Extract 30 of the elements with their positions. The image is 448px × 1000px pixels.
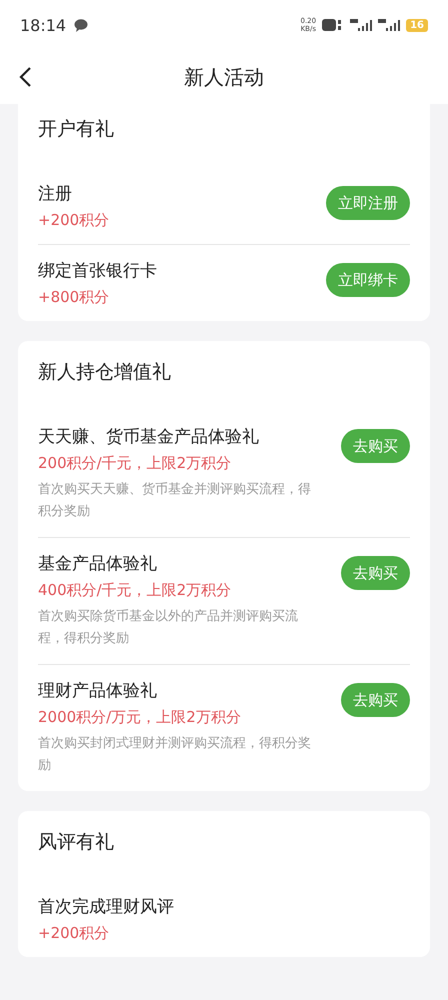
task-title: 理财产品体验礼 bbox=[38, 680, 158, 702]
task-title: 绑定首张银行卡 bbox=[38, 260, 158, 282]
task-title: 基金产品体验礼 bbox=[38, 553, 158, 575]
points-reward: 2000积分/万元，上限2万积分 bbox=[38, 708, 242, 727]
action-button[interactable]: 立即绑卡 bbox=[326, 263, 410, 297]
battery-level: 16 bbox=[406, 18, 428, 32]
points-reward: +800积分 bbox=[38, 288, 110, 307]
task-title: 首次完成理财风评 bbox=[38, 896, 175, 918]
message-icon bbox=[74, 18, 88, 32]
task-description: 首次购买除货币基金以外的产品并测评购买流程，得积分奖励 bbox=[38, 608, 299, 648]
section-title: 开户有礼 bbox=[38, 117, 115, 142]
action-button[interactable]: 去购买 bbox=[341, 556, 410, 590]
section-title: 新人持仓增值礼 bbox=[38, 360, 172, 385]
points-reward: +200积分 bbox=[38, 211, 110, 230]
task-description: 首次购买天天赚、货币基金并测评购买流程，得积分奖励 bbox=[38, 481, 312, 521]
clock: 18:14 bbox=[20, 16, 66, 34]
signal-icon bbox=[350, 19, 372, 31]
action-button[interactable]: 去购买 bbox=[341, 429, 410, 463]
action-button[interactable]: 立即注册 bbox=[326, 186, 410, 220]
points-reward: +200积分 bbox=[38, 924, 110, 943]
action-button[interactable]: 去购买 bbox=[341, 683, 410, 717]
signal-icon bbox=[378, 19, 400, 31]
page-title: 新人活动 bbox=[184, 64, 264, 88]
task-title: 天天赚、货币基金产品体验礼 bbox=[38, 426, 260, 448]
section-title: 风评有礼 bbox=[38, 830, 115, 855]
task-description: 首次购买封闭式理财并测评购买流程，得积分奖励 bbox=[38, 735, 312, 775]
task-title: 注册 bbox=[38, 183, 73, 205]
points-reward: 200积分/千元，上限2万积分 bbox=[38, 454, 232, 473]
back-icon[interactable] bbox=[18, 66, 34, 88]
points-reward: 400积分/千元，上限2万积分 bbox=[38, 581, 232, 600]
